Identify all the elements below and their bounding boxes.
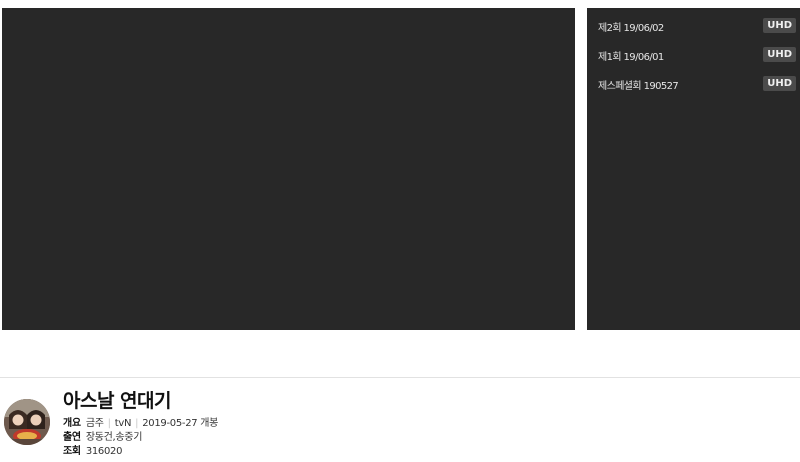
cast-label: 출연 [63, 432, 81, 443]
poster-image [4, 399, 50, 445]
uhd-badge: UHD [763, 47, 796, 62]
views-count: 316020 [85, 446, 123, 457]
views-row: 조회 316020 [63, 445, 122, 459]
section-divider [0, 377, 800, 378]
views-label: 조회 [63, 446, 81, 457]
uhd-badge: UHD [763, 76, 796, 91]
video-player[interactable] [2, 8, 575, 330]
channel-text: tvN [114, 418, 132, 429]
episode-title: 제스페셜회 190527 [598, 81, 679, 92]
overview-label: 개요 [63, 418, 81, 429]
overview-row: 개요 금주 | tvN | 2019-05-27 개봉 [63, 417, 218, 431]
episode-item[interactable]: 제2회 19/06/02 UHD [587, 16, 800, 36]
cast-text: 장동건,송중기 [85, 432, 143, 443]
program-title: 아스날 연대기 [63, 390, 172, 412]
separator: | [107, 418, 111, 429]
episode-item[interactable]: 제1회 19/06/01 UHD [587, 45, 800, 65]
program-poster [4, 399, 50, 445]
separator: | [135, 418, 139, 429]
uhd-badge: UHD [763, 18, 796, 33]
episode-title: 제1회 19/06/01 [598, 52, 664, 63]
episode-list: 제2회 19/06/02 UHD 제1회 19/06/01 UHD 제스페셜회 … [587, 8, 800, 330]
schedule-text: 금주 [85, 418, 104, 429]
episode-title: 제2회 19/06/02 [598, 23, 664, 34]
release-text: 2019-05-27 개봉 [142, 418, 218, 429]
cast-row: 출연 장동건,송중기 [63, 431, 142, 445]
episode-item[interactable]: 제스페셜회 190527 UHD [587, 74, 800, 94]
